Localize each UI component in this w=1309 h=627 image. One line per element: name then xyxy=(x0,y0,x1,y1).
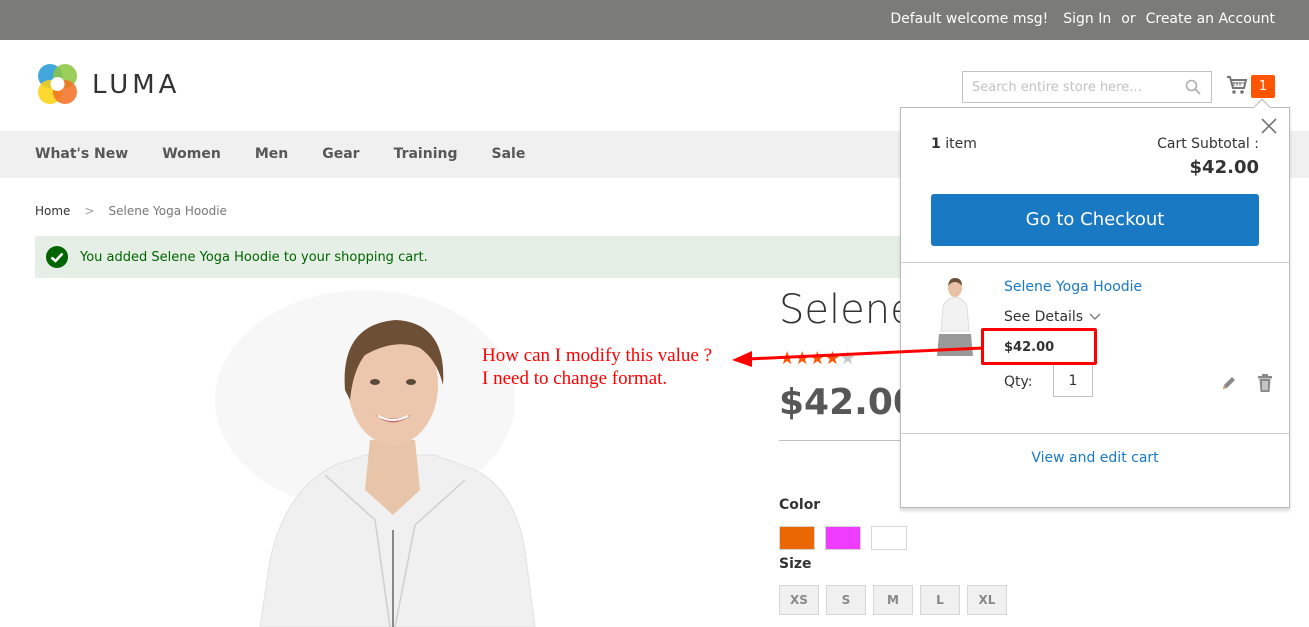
logo-text: LUMA xyxy=(92,69,181,100)
annotation-line-2: I need to change format. xyxy=(482,368,668,389)
search-icon[interactable] xyxy=(1185,79,1201,95)
color-swatch-orange[interactable] xyxy=(779,526,815,550)
cart-item-thumbnail[interactable] xyxy=(925,276,985,356)
view-and-edit-cart-link[interactable]: View and edit cart xyxy=(901,450,1289,466)
product-title: Selene xyxy=(779,287,915,333)
nav-item-women[interactable]: Women xyxy=(162,146,221,162)
nav-item-gear[interactable]: Gear xyxy=(322,146,359,162)
annotation-line-1: How can I modify this value ? xyxy=(482,345,713,366)
annotation-note: How can I modify this value ? I need to … xyxy=(482,344,712,390)
sign-in-link[interactable]: Sign In xyxy=(1063,11,1111,27)
go-to-checkout-button[interactable]: Go to Checkout xyxy=(931,194,1259,246)
nav-item-men[interactable]: Men xyxy=(255,146,288,162)
create-account-link[interactable]: Create an Account xyxy=(1146,11,1275,27)
annotation-highlight-box xyxy=(981,328,1097,365)
size-option-s[interactable]: S xyxy=(826,585,866,615)
cart-subtotal-label: Cart Subtotal : xyxy=(1157,136,1259,152)
or-text: or xyxy=(1121,11,1136,27)
breadcrumb-current: Selene Yoga Hoodie xyxy=(108,204,227,218)
cart-item-name-link[interactable]: Selene Yoga Hoodie xyxy=(1004,279,1142,295)
top-panel: Default welcome msg! Sign In or Create a… xyxy=(0,0,1309,40)
product-price: $42.00 xyxy=(779,382,918,423)
size-option-xs[interactable]: XS xyxy=(779,585,819,615)
search-input[interactable] xyxy=(963,72,1173,102)
size-option-m[interactable]: M xyxy=(873,585,913,615)
minicart-item-count: 1 item xyxy=(931,136,977,152)
minicart-dropdown: 1 item Cart Subtotal : $42.00 Go to Chec… xyxy=(900,98,1290,508)
product-main-image[interactable] xyxy=(215,290,595,627)
color-swatches xyxy=(779,526,907,550)
annotation-arrow-head xyxy=(732,351,752,367)
luma-logo-icon xyxy=(38,64,77,104)
size-options: XS S M L XL xyxy=(779,585,1007,615)
star-icon: ★ xyxy=(809,348,825,369)
size-label: Size xyxy=(779,556,812,572)
qty-input[interactable] xyxy=(1053,364,1093,397)
close-icon[interactable] xyxy=(1261,118,1277,134)
star-icon: ★ xyxy=(794,348,810,369)
logo-link[interactable]: LUMA xyxy=(35,62,180,107)
edit-pencil-icon[interactable] xyxy=(1221,375,1237,391)
chevron-down-icon xyxy=(1089,313,1101,320)
rating-stars[interactable]: ★★★★★ xyxy=(779,348,856,369)
success-message: You added Selene Yoga Hoodie to your sho… xyxy=(35,236,915,278)
star-icon: ★ xyxy=(824,348,840,369)
cart-subtotal-value: $42.00 xyxy=(1189,157,1259,178)
size-option-l[interactable]: L xyxy=(920,585,960,615)
minicart-divider xyxy=(901,262,1289,263)
star-empty-icon: ★ xyxy=(839,348,856,369)
color-swatch-white[interactable] xyxy=(871,526,907,550)
minicart-count-label: item xyxy=(945,136,977,152)
nav-item-training[interactable]: Training xyxy=(394,146,458,162)
nav-item-whats-new[interactable]: What's New xyxy=(35,146,128,162)
cart-counter-badge[interactable]: 1 xyxy=(1251,75,1275,98)
minicart-count-number: 1 xyxy=(931,136,941,152)
color-swatch-purple[interactable] xyxy=(825,526,861,550)
trash-icon[interactable] xyxy=(1257,374,1273,392)
see-details-toggle[interactable]: See Details xyxy=(1004,309,1101,325)
search-box xyxy=(962,71,1212,103)
qty-label: Qty: xyxy=(1004,374,1033,390)
minicart-divider xyxy=(901,433,1289,434)
nav-item-sale[interactable]: Sale xyxy=(491,146,525,162)
size-option-xl[interactable]: XL xyxy=(967,585,1007,615)
breadcrumb: Home > Selene Yoga Hoodie xyxy=(35,204,227,218)
breadcrumb-home-link[interactable]: Home xyxy=(35,204,70,218)
see-details-label: See Details xyxy=(1004,309,1084,325)
breadcrumb-separator: > xyxy=(84,204,95,218)
success-message-text: You added Selene Yoga Hoodie to your sho… xyxy=(80,249,428,265)
color-label: Color xyxy=(779,497,821,513)
price-divider xyxy=(779,440,909,441)
shopping-cart-icon[interactable] xyxy=(1226,74,1248,96)
star-icon: ★ xyxy=(779,348,795,369)
welcome-message: Default welcome msg! xyxy=(890,11,1049,27)
success-check-icon xyxy=(46,246,68,268)
